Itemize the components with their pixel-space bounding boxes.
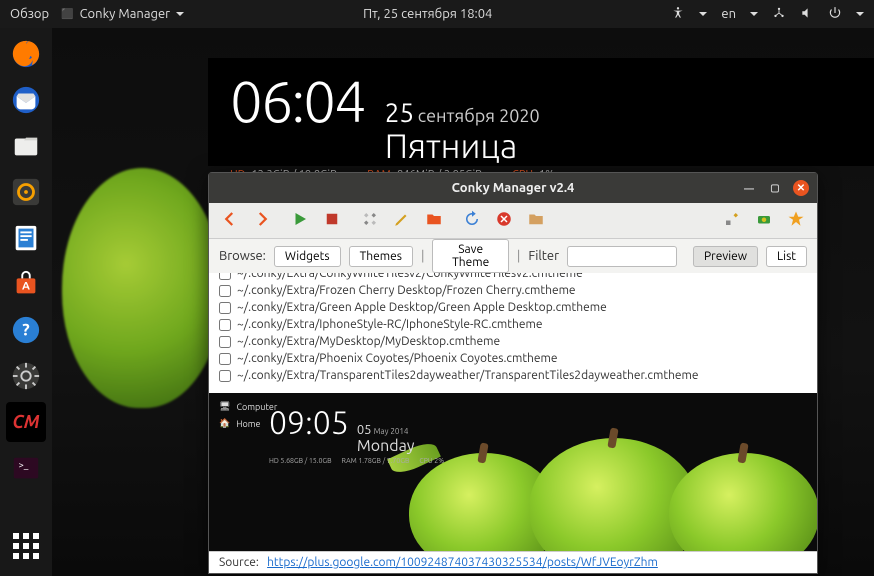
dock-thunderbird[interactable] [6, 80, 46, 120]
preview-button[interactable]: Preview [693, 246, 758, 267]
theme-list[interactable]: ~/.conky/Extra/ConkyWhiteTilesv2/ConkyWh… [209, 273, 817, 393]
dock-terminal[interactable]: >_ [6, 448, 46, 488]
list-button[interactable]: List [766, 246, 807, 267]
wallpaper-apple [62, 168, 222, 408]
start-icon[interactable] [291, 210, 309, 232]
list-item[interactable]: ~/.conky/Extra/Phoenix Coyotes/Phoenix C… [237, 352, 558, 365]
top-bar: Обзор ⬛ Conky Manager Пт, 25 сентября 18… [0, 0, 874, 28]
activities-button[interactable]: Обзор [10, 7, 49, 21]
list-checkbox[interactable] [219, 353, 231, 365]
dock-help[interactable]: ? [6, 310, 46, 350]
svg-text:>_: >_ [19, 459, 29, 470]
theme-preview: 🖥Computer 🏠Home 09:05 05 May 2014 Monday… [209, 393, 817, 551]
conky-day: Пятница [385, 127, 540, 165]
dock-libreoffice[interactable] [6, 218, 46, 258]
donate-icon[interactable] [755, 210, 773, 232]
prev-icon[interactable] [221, 210, 239, 232]
conky-time: 06:04 [230, 68, 365, 133]
delete-icon[interactable] [495, 210, 513, 232]
dock-show-apps[interactable] [6, 526, 46, 566]
dock-firefox[interactable] [6, 34, 46, 74]
network-icon[interactable] [772, 6, 786, 23]
svg-text:A: A [22, 281, 30, 293]
list-item[interactable]: ~/.conky/Extra/IphoneStyle-RC/IphoneStyl… [237, 318, 542, 331]
dock-settings[interactable] [6, 356, 46, 396]
source-bar: Source: https://plus.google.com/10092487… [209, 551, 817, 573]
browse-bar: Browse: Widgets Themes | Save Theme | Fi… [209, 239, 817, 273]
edit-icon[interactable] [393, 210, 411, 232]
options-icon[interactable] [723, 210, 741, 232]
list-checkbox[interactable] [219, 370, 231, 382]
dock-rhythmbox[interactable] [6, 172, 46, 212]
titlebar[interactable]: Conky Manager v2.4 ― ▢ ✕ [209, 173, 817, 203]
language-indicator[interactable]: en [721, 7, 736, 21]
list-checkbox[interactable] [219, 273, 231, 280]
window-title: Conky Manager v2.4 [452, 181, 575, 195]
list-checkbox[interactable] [219, 319, 231, 331]
toolbar [209, 203, 817, 239]
dock-files[interactable] [6, 126, 46, 166]
list-checkbox[interactable] [219, 302, 231, 314]
source-label: Source: [219, 556, 259, 569]
star-icon[interactable] [787, 210, 805, 232]
list-item[interactable]: ~/.conky/Extra/Green Apple Desktop/Green… [237, 301, 607, 314]
list-item[interactable]: ~/.conky/Extra/Frozen Cherry Desktop/Fro… [237, 284, 576, 297]
close-button[interactable]: ✕ [793, 180, 809, 196]
chevron-down-icon [176, 12, 184, 16]
browse-label: Browse: [219, 249, 266, 263]
preview-time: 09:05 [269, 405, 349, 441]
computer-icon: 🖥 [219, 401, 230, 412]
list-checkbox[interactable] [219, 336, 231, 348]
widgets-button[interactable]: Widgets [274, 246, 341, 267]
volume-icon[interactable] [800, 6, 814, 23]
accessibility-icon[interactable] [671, 6, 685, 23]
home-icon: 🏠 [219, 418, 230, 429]
minimize-button[interactable]: ― [741, 180, 757, 196]
stop-icon[interactable] [323, 210, 341, 232]
desktop: 06:04 25 сентября 2020 Пятница HD12,3GiB… [52, 28, 874, 576]
source-link[interactable]: https://plus.google.com/1009248740374303… [267, 556, 658, 569]
folder-icon[interactable] [425, 210, 443, 232]
filter-input[interactable] [567, 246, 677, 267]
list-item[interactable]: ~/.conky/Extra/ConkyWhiteTilesv2/ConkyWh… [237, 273, 583, 280]
conky-manager-window: Conky Manager v2.4 ― ▢ ✕ [208, 172, 818, 574]
dock-conky-manager[interactable]: CM [6, 402, 46, 442]
power-icon[interactable] [828, 6, 842, 23]
list-item[interactable]: ~/.conky/Extra/TransparentTiles2dayweath… [237, 369, 699, 382]
save-theme-button[interactable]: Save Theme [432, 239, 508, 273]
svg-text:?: ? [22, 321, 29, 340]
dock-software[interactable]: A [6, 264, 46, 304]
next-icon[interactable] [253, 210, 271, 232]
filter-label: Filter [528, 249, 559, 263]
maximize-button[interactable]: ▢ [767, 180, 783, 196]
app-menu[interactable]: ⬛ Conky Manager [61, 7, 184, 21]
import-icon[interactable] [527, 210, 545, 232]
settings-icon[interactable] [361, 210, 379, 232]
conky-widget: 06:04 25 сентября 2020 Пятница HD12,3GiB… [208, 58, 874, 166]
clock[interactable]: Пт, 25 сентября 18:04 [184, 7, 671, 21]
list-checkbox[interactable] [219, 285, 231, 297]
themes-button[interactable]: Themes [349, 246, 413, 267]
refresh-icon[interactable] [463, 210, 481, 232]
list-item[interactable]: ~/.conky/Extra/MyDesktop/MyDesktop.cmthe… [237, 335, 500, 348]
dock: A ? CM >_ [0, 28, 52, 576]
